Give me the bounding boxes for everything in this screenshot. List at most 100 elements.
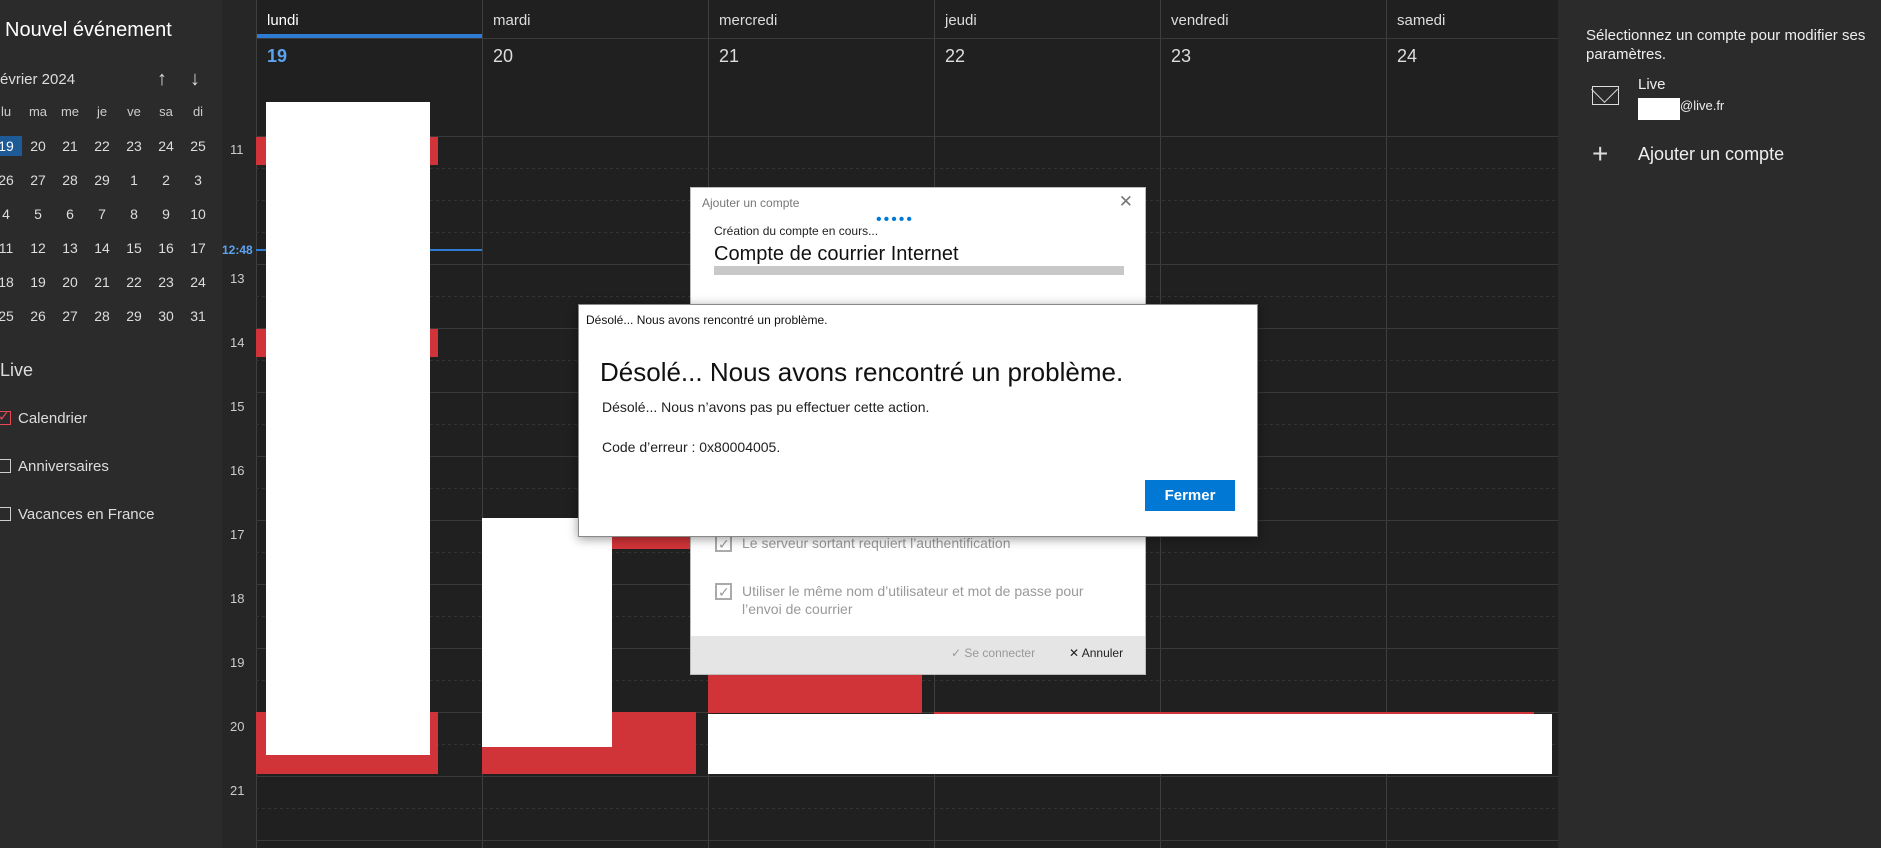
dialog-title: Ajouter un compte (702, 196, 800, 210)
mini-calendar-day[interactable]: 29 (118, 306, 150, 326)
add-account-link[interactable]: Ajouter un compte (1638, 144, 1784, 165)
calendar-event[interactable] (708, 669, 922, 713)
mini-calendar-day[interactable]: 23 (118, 136, 150, 156)
mini-calendar-day[interactable]: 28 (54, 170, 86, 190)
mini-calendar-day[interactable]: 17 (182, 238, 214, 258)
mini-calendar-day[interactable]: 8 (118, 204, 150, 224)
account-instructions: Sélectionnez un compte pour modifier ses… (1586, 27, 1866, 63)
error-heading: Désolé... Nous avons rencontré un problè… (600, 357, 1124, 387)
error-code: Code d’erreur : 0x80004005. (602, 439, 781, 455)
hour-line (256, 776, 1558, 777)
checkbox[interactable] (0, 408, 11, 425)
day-name: samedi (1397, 12, 1446, 29)
mini-calendar-day[interactable]: 26 (22, 306, 54, 326)
mini-calendar-day[interactable]: 22 (118, 272, 150, 292)
arrow-up-icon[interactable]: ↑ (157, 68, 167, 91)
mini-calendar-day[interactable]: 19 (0, 136, 22, 156)
arrow-down-icon[interactable]: ↓ (190, 68, 200, 91)
mini-calendar-day[interactable]: 24 (150, 136, 182, 156)
half-hour-line (256, 808, 1558, 809)
day-name: vendredi (1171, 12, 1229, 29)
mini-calendar-month: évrier 2024 (0, 71, 76, 88)
account-settings-pane: Sélectionnez un compte pour modifier ses… (1558, 0, 1881, 848)
mini-calendar-day[interactable]: 1 (118, 170, 150, 190)
redacted-block (266, 102, 430, 755)
plus-icon: + (1592, 138, 1609, 169)
mail-icon (1592, 86, 1619, 105)
input-placeholder-bar (714, 266, 1124, 275)
checkbox[interactable] (715, 583, 732, 601)
mini-calendar-day[interactable]: 28 (86, 306, 118, 326)
hour-label: 21 (230, 783, 245, 798)
day-name: mercredi (719, 12, 778, 29)
mini-calendar-day[interactable]: 13 (54, 238, 86, 258)
hour-label: 19 (230, 655, 245, 670)
mini-calendar-week: 4 5 6 7 8 9 10 (0, 204, 222, 236)
mini-calendar-day[interactable]: 10 (182, 204, 214, 224)
account-name[interactable]: Live (1638, 76, 1666, 93)
mini-calendar-day[interactable]: 26 (0, 170, 22, 190)
day-number: 22 (945, 46, 966, 66)
redacted-block (1638, 98, 1680, 120)
checkbox[interactable] (0, 459, 11, 473)
mini-calendar-week: 25 26 27 28 29 30 31 (0, 306, 222, 338)
account-email[interactable]: @live.fr (1680, 98, 1724, 113)
mini-calendar-day[interactable]: 6 (54, 204, 86, 224)
error-message: Désolé... Nous n’avons pas pu effectuer … (602, 399, 930, 415)
mini-calendar-day[interactable]: 31 (182, 306, 214, 326)
redacted-block (482, 518, 612, 747)
mini-calendar-day[interactable]: 30 (150, 306, 182, 326)
close-icon[interactable]: ✕ (1119, 192, 1133, 212)
new-event-button[interactable]: Nouvel événement (5, 19, 172, 42)
mini-calendar-day[interactable]: 4 (0, 204, 22, 224)
dialog-title: Désolé... Nous avons rencontré un problè… (586, 313, 828, 327)
checkbox[interactable] (0, 507, 11, 521)
mini-calendar-day[interactable]: 24 (182, 272, 214, 292)
half-hour-line (256, 168, 1558, 169)
mini-calendar-day[interactable]: 16 (150, 238, 182, 258)
mini-calendar-day[interactable]: 27 (22, 170, 54, 190)
mini-calendar-day[interactable]: 5 (22, 204, 54, 224)
mini-calendar-day[interactable]: 23 (150, 272, 182, 292)
mini-calendar-day[interactable]: 20 (22, 136, 54, 156)
dialog-heading: Compte de courrier Internet (714, 243, 959, 265)
hour-label: 20 (230, 719, 245, 734)
hour-label: 14 (230, 335, 245, 350)
creating-status: Création du compte en cours... (714, 224, 879, 238)
dialog-footer: ✓ Se connecter ✕ Annuler (691, 636, 1145, 674)
day-number: 23 (1171, 46, 1192, 66)
mini-calendar-day[interactable]: 21 (86, 272, 118, 292)
close-button[interactable]: Fermer (1145, 480, 1235, 511)
mini-calendar-day[interactable]: 21 (54, 136, 86, 156)
mini-calendar-day[interactable]: 15 (118, 238, 150, 258)
day-name: lundi (267, 12, 299, 29)
mini-calendar-day[interactable]: 25 (182, 136, 214, 156)
calendar-name: Vacances en France (18, 506, 155, 523)
mini-calendar-day[interactable]: 20 (54, 272, 86, 292)
sign-in-button[interactable]: ✓ Se connecter (951, 646, 1035, 660)
hour-label: 16 (230, 463, 245, 478)
mini-calendar-day[interactable]: 22 (86, 136, 118, 156)
account-group-label: Live (0, 360, 34, 380)
weekday-label: di (192, 104, 204, 119)
mini-calendar-day[interactable]: 19 (22, 272, 54, 292)
mini-calendar-day[interactable]: 2 (150, 170, 182, 190)
progress-dots-icon: ••••• (876, 211, 915, 228)
mini-calendar-day[interactable]: 27 (54, 306, 86, 326)
mini-calendar-day[interactable]: 3 (182, 170, 214, 190)
mini-calendar-day[interactable]: 7 (86, 204, 118, 224)
mini-calendar-day[interactable]: 14 (86, 238, 118, 258)
calendar-name: Calendrier (18, 410, 88, 427)
mini-calendar-day[interactable]: 29 (86, 170, 118, 190)
day-number: 24 (1397, 46, 1418, 66)
mini-calendar-day[interactable]: 25 (0, 306, 22, 326)
close-icon: ✕ (1069, 646, 1082, 660)
mini-calendar-day[interactable]: 9 (150, 204, 182, 224)
mini-calendar-day[interactable]: 11 (0, 238, 22, 258)
cancel-button[interactable]: ✕ Annuler (1069, 646, 1123, 660)
mini-calendar-week: 11 12 13 14 15 16 17 (0, 238, 222, 270)
mini-calendar-day[interactable]: 18 (0, 272, 22, 292)
mini-calendar-day[interactable]: 12 (22, 238, 54, 258)
checkbox[interactable] (715, 535, 732, 553)
hour-label: 15 (230, 399, 245, 414)
